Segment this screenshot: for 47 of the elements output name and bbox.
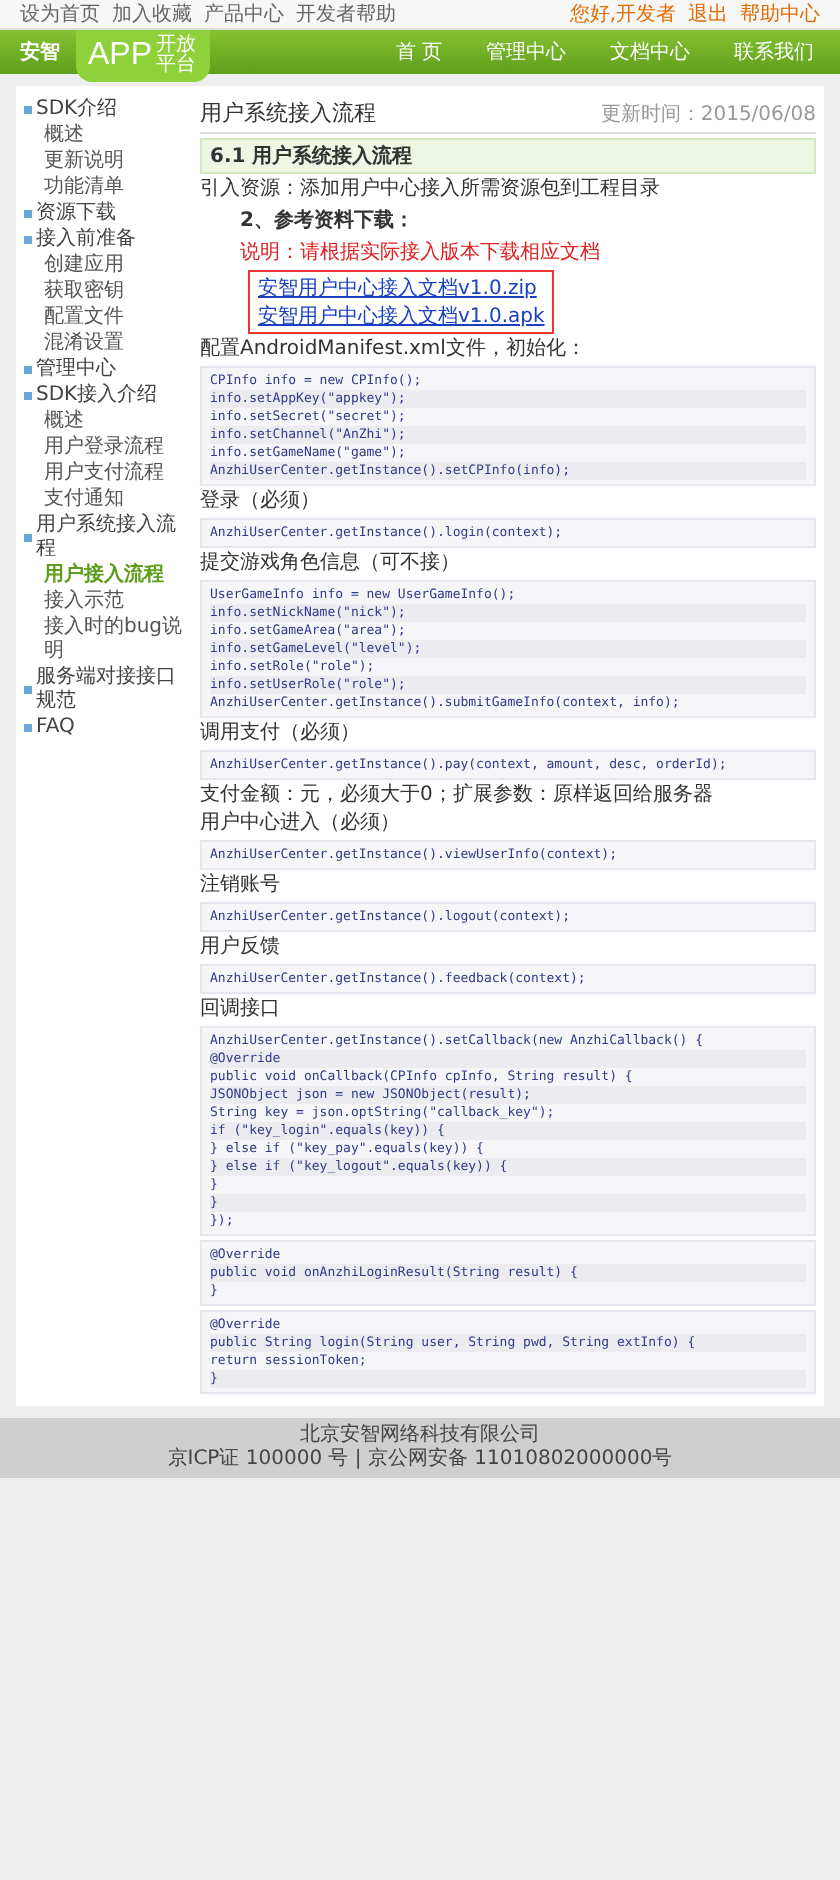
sidebar-item[interactable]: FAQ: [24, 716, 188, 740]
download-link[interactable]: 安智用户中心接入文档v1.0.zip: [258, 274, 545, 302]
update-date: 更新时间：2015/06/08: [600, 101, 816, 127]
footer-text: 京ICP证 100000 号 | 京公网安备 11010802000000号: [167, 1448, 673, 1472]
sidebar-subitem[interactable]: 配置文件: [24, 306, 188, 330]
sidebar-item[interactable]: 用户系统接入流程: [24, 514, 188, 562]
paragraph: 支付金额：元，必须大于0；扩展参数：原样返回给服务器: [200, 784, 715, 808]
sidebar-subitem[interactable]: 获取密钥: [24, 280, 188, 304]
page-title: 用户系统接入流程: [200, 98, 376, 128]
sidebar-subitem[interactable]: 创建应用: [24, 254, 188, 278]
paragraph: 提交游戏角色信息（可不接）: [200, 552, 462, 576]
paragraph: 用户反馈: [200, 936, 282, 960]
section-heading: 6.1 用户系统接入流程: [200, 138, 816, 174]
paragraph: 调用支付（必须）: [200, 722, 362, 746]
top-link[interactable]: 产品中心: [204, 0, 284, 28]
top-link[interactable]: 开发者帮助: [296, 0, 396, 28]
note-text: 说明：请根据实际接入版本下载相应文档: [238, 239, 602, 266]
paragraph: 引入资源：添加用户中心接入所需资源包到工程目录: [200, 178, 662, 202]
sidebar-subitem[interactable]: 接入时的bug说明: [24, 616, 188, 664]
sidebar-subitem[interactable]: 混淆设置: [24, 332, 188, 356]
sidebar-item[interactable]: 管理中心: [24, 358, 188, 382]
top-link[interactable]: 加入收藏: [112, 0, 192, 28]
paragraph: 回调接口: [200, 998, 282, 1022]
sidebar-subitem[interactable]: 接入示范: [24, 590, 188, 614]
paragraph: 配置AndroidManifest.xml文件，初始化：: [200, 338, 588, 362]
paragraph: 登录（必须）: [200, 490, 322, 514]
top-link[interactable]: 设为首页: [20, 0, 100, 28]
download-link[interactable]: 安智用户中心接入文档v1.0.apk: [258, 302, 545, 330]
sidebar-subitem[interactable]: 概述: [24, 410, 188, 434]
sidebar-item[interactable]: 接入前准备: [24, 228, 188, 252]
sidebar-subitem[interactable]: 用户支付流程: [24, 462, 188, 486]
sidebar-subitem[interactable]: 功能清单: [24, 176, 188, 200]
logo-subtitle: 开放平台: [156, 36, 199, 76]
paragraph: 用户中心进入（必须）: [200, 812, 402, 836]
sidebar-item[interactable]: 资源下载: [24, 202, 188, 226]
sidebar-item[interactable]: 服务端对接接口规范: [24, 666, 188, 714]
sidebar-subitem[interactable]: 更新说明: [24, 150, 188, 174]
logo-text: APP: [88, 38, 153, 74]
sidebar-item[interactable]: SDK接入介绍: [24, 384, 188, 408]
sidebar-subitem[interactable]: 支付通知: [24, 488, 188, 512]
paragraph: 注销账号: [200, 874, 282, 898]
brand-name: 安智: [20, 38, 60, 66]
subheading: 2、参考资料下载：: [238, 207, 416, 234]
sidebar-subitem[interactable]: 用户登录流程: [24, 436, 188, 460]
sidebar-subitem[interactable]: 概述: [24, 124, 188, 148]
sidebar-item[interactable]: SDK介绍: [24, 98, 188, 122]
footer-text: 北京安智网络科技有限公司: [300, 1424, 540, 1447]
